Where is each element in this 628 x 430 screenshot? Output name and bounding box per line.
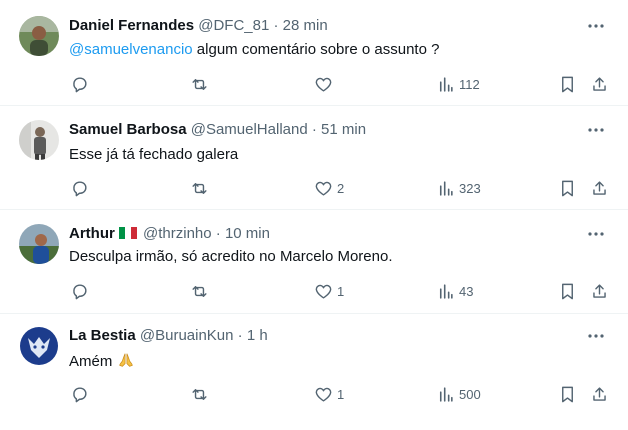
avatar[interactable] <box>19 120 59 160</box>
tweet-text: Desculpa irmão, só acredito no Marcelo M… <box>69 247 392 267</box>
avatar[interactable] <box>19 224 59 264</box>
share-icon <box>593 283 606 298</box>
separator-dot: · <box>273 17 279 34</box>
share-button[interactable] <box>590 178 609 198</box>
share-button[interactable] <box>590 281 609 301</box>
views-icon <box>439 76 453 92</box>
avatar[interactable] <box>19 326 59 366</box>
reply-icon <box>73 76 87 92</box>
reply-button[interactable] <box>70 74 89 94</box>
bookmark-icon <box>562 283 573 299</box>
like-button[interactable]: 1 <box>314 384 344 404</box>
folded-hands-icon <box>117 351 135 375</box>
display-name[interactable]: Daniel Fernandes <box>69 17 194 34</box>
reply-feed: Daniel Fernandes @DFC_81 · 28 min @samue… <box>0 0 628 430</box>
tweet-body: Esse já tá fechado galera <box>69 146 239 163</box>
user-handle[interactable]: @BuruainKun <box>140 327 234 344</box>
user-handle[interactable]: @SamuelHalland <box>191 121 308 138</box>
tweet-text: @samuelvenancio algum comentário sobre o… <box>69 40 439 60</box>
bookmark-button[interactable] <box>558 281 577 301</box>
retweet-button[interactable] <box>190 74 209 94</box>
display-name[interactable]: La Bestia <box>69 327 136 344</box>
more-options-icon[interactable] <box>586 120 606 140</box>
heart-icon <box>315 181 332 196</box>
tweet-header: La Bestia @BuruainKun · 1 h <box>69 326 268 346</box>
heart-icon <box>315 77 332 92</box>
display-name[interactable]: Samuel Barbosa <box>69 121 187 138</box>
reply-tweet[interactable]: Arthur @thrzinho · 10 min Desculpa irmão… <box>0 210 628 314</box>
like-count: 1 <box>337 386 345 402</box>
more-options-icon[interactable] <box>586 326 606 346</box>
mention-link[interactable]: @samuelvenancio <box>69 41 193 58</box>
reply-tweet[interactable]: Samuel Barbosa @SamuelHalland · 51 min E… <box>0 106 628 210</box>
heart-icon <box>315 284 332 299</box>
reply-tweet[interactable]: Daniel Fernandes @DFC_81 · 28 min @samue… <box>0 0 628 106</box>
view-count: 43 <box>459 283 474 299</box>
reply-tweet[interactable]: La Bestia @BuruainKun · 1 h Amém 1 500 <box>0 314 628 430</box>
view-count: 323 <box>459 180 481 196</box>
like-count: 1 <box>337 283 345 299</box>
heart-icon <box>315 387 332 402</box>
reply-icon <box>73 180 87 196</box>
reply-button[interactable] <box>70 178 89 198</box>
avatar[interactable] <box>19 16 59 56</box>
reply-button[interactable] <box>70 384 89 404</box>
timestamp[interactable]: 28 min <box>283 17 328 34</box>
views-button[interactable]: 500 <box>436 384 481 404</box>
reply-button[interactable] <box>70 281 89 301</box>
views-button[interactable]: 43 <box>436 281 473 301</box>
like-button[interactable]: 1 <box>314 281 344 301</box>
separator-dot: · <box>311 121 317 138</box>
user-handle[interactable]: @thrzinho <box>143 225 212 242</box>
retweet-button[interactable] <box>190 281 209 301</box>
tweet-text: Esse já tá fechado galera <box>69 145 238 165</box>
tweet-body: algum comentário sobre o assunto ? <box>192 41 440 58</box>
timestamp[interactable]: 51 min <box>321 121 366 138</box>
tweet-body: Desculpa irmão, só acredito no Marcelo M… <box>69 248 393 265</box>
bookmark-icon <box>562 386 573 402</box>
share-icon <box>593 76 606 91</box>
view-count: 112 <box>459 76 480 92</box>
user-handle[interactable]: @DFC_81 <box>198 17 269 34</box>
bookmark-button[interactable] <box>558 384 577 404</box>
bookmark-icon <box>562 180 573 196</box>
italy-flag-icon <box>118 225 137 239</box>
separator-dot: · <box>215 225 221 242</box>
like-count: 2 <box>337 180 345 196</box>
bookmark-icon <box>562 76 573 92</box>
like-button[interactable]: 2 <box>314 178 344 198</box>
share-icon <box>593 180 606 195</box>
views-icon <box>439 386 453 402</box>
like-button[interactable] <box>314 74 337 94</box>
retweet-icon <box>192 78 207 90</box>
tweet-header: Arthur @thrzinho · 10 min <box>69 224 270 244</box>
more-options-icon[interactable] <box>586 16 606 36</box>
views-icon <box>439 180 453 196</box>
share-button[interactable] <box>590 74 609 94</box>
view-count: 500 <box>459 386 481 402</box>
views-icon <box>439 283 453 299</box>
tweet-body: Amém <box>69 353 113 370</box>
share-button[interactable] <box>590 384 609 404</box>
display-name[interactable]: Arthur <box>69 225 115 242</box>
share-icon <box>593 386 606 401</box>
reply-icon <box>73 386 87 402</box>
reply-icon <box>73 283 87 299</box>
retweet-icon <box>192 182 207 194</box>
retweet-icon <box>192 285 207 297</box>
bookmark-button[interactable] <box>558 74 577 94</box>
tweet-header: Daniel Fernandes @DFC_81 · 28 min <box>69 16 328 36</box>
retweet-button[interactable] <box>190 384 209 404</box>
more-options-icon[interactable] <box>586 224 606 244</box>
tweet-text: Amém <box>69 351 135 371</box>
views-button[interactable]: 323 <box>436 178 481 198</box>
views-button[interactable]: 112 <box>436 74 480 94</box>
retweet-button[interactable] <box>190 178 209 198</box>
timestamp[interactable]: 1 h <box>247 327 268 344</box>
bookmark-button[interactable] <box>558 178 577 198</box>
tweet-header: Samuel Barbosa @SamuelHalland · 51 min <box>69 120 366 140</box>
retweet-icon <box>192 388 207 400</box>
separator-dot: · <box>237 327 243 344</box>
timestamp[interactable]: 10 min <box>225 225 270 242</box>
